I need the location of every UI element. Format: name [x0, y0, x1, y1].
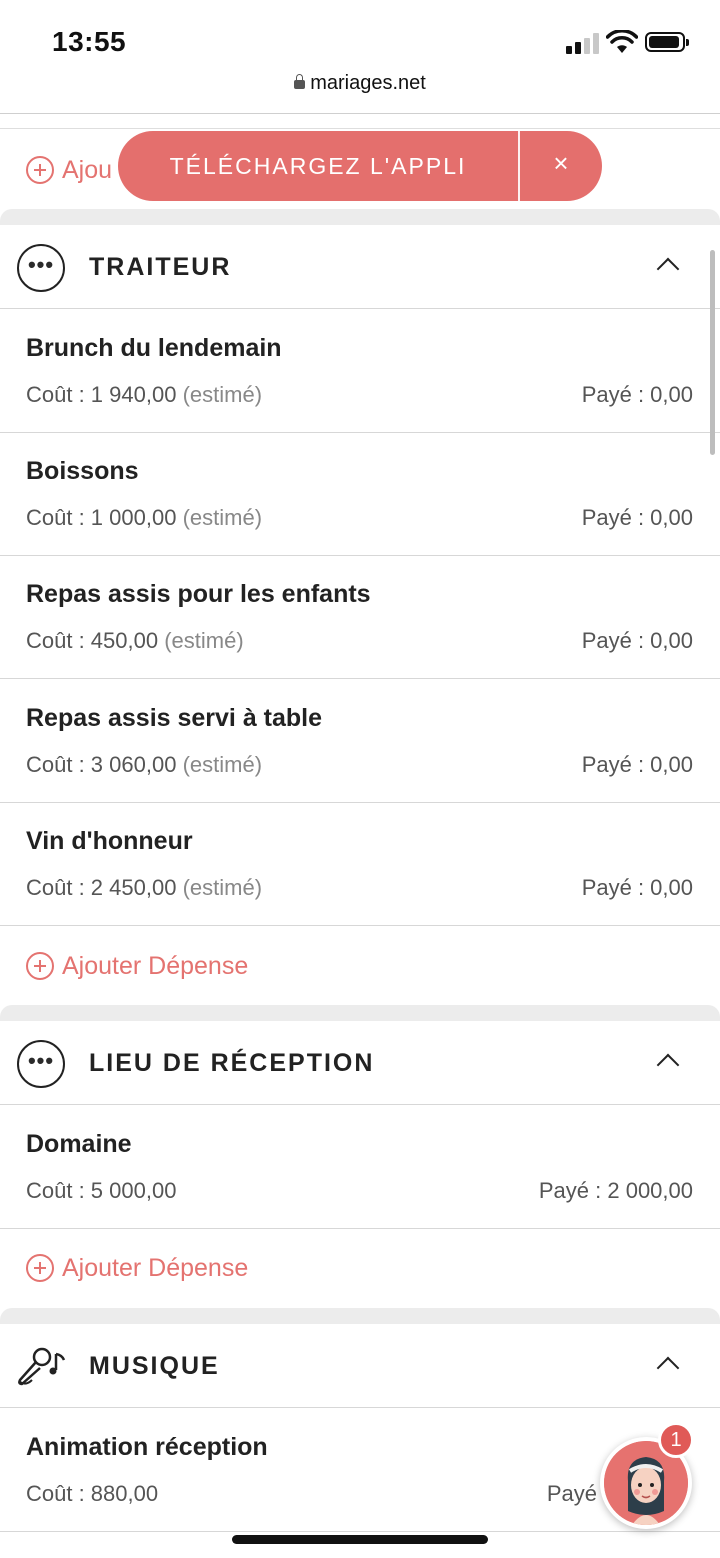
category-title: MUSIQUE — [89, 1352, 220, 1380]
expense-item[interactable]: Repas assis pour les enfants Coût : 450,… — [0, 556, 720, 679]
add-expense-label: Ajouter Dépense — [62, 1253, 249, 1282]
expense-paid: Payé — [546, 1481, 597, 1506]
category-header-lieu-de-reception[interactable]: ••• LIEU DE RÉCEPTION — [0, 1021, 720, 1105]
add-expense-button[interactable]: Ajouter Dépense — [0, 1229, 720, 1307]
section-gap — [0, 1308, 720, 1324]
notification-badge: 1 — [658, 1422, 694, 1458]
more-dots-icon[interactable]: ••• — [17, 244, 65, 292]
microphone-music-icon — [18, 1347, 66, 1386]
chevron-up-icon[interactable] — [656, 1356, 680, 1380]
expense-item[interactable]: Boissons Coût : 1 000,00 (estimé) Payé :… — [0, 433, 720, 556]
expense-name: Repas assis servi à table — [26, 704, 323, 732]
section-gap — [0, 1005, 720, 1021]
expense-paid: Payé : 0,00 — [581, 628, 693, 653]
category-header-musique[interactable]: MUSIQUE — [0, 1324, 720, 1408]
chevron-up-icon[interactable] — [656, 1053, 680, 1077]
lock-icon — [294, 74, 306, 89]
category-title: TRAITEUR — [89, 253, 232, 281]
add-expense-label: Ajouter Dépense — [62, 951, 249, 980]
add-circle-icon — [26, 156, 54, 184]
status-bar: 13:55 — [0, 0, 720, 70]
category-header-traiteur[interactable]: ••• TRAITEUR — [0, 225, 720, 309]
expense-cost: Coût : 450,00 (estimé) — [26, 628, 244, 653]
expense-cost: Coût : 880,00 — [26, 1481, 159, 1506]
cellular-signal-icon — [566, 32, 600, 54]
expense-name: Repas assis pour les enfants — [26, 580, 371, 608]
expense-item[interactable]: Repas assis servi à table Coût : 3 060,0… — [0, 680, 720, 803]
wifi-icon — [606, 30, 638, 53]
category-title: LIEU DE RÉCEPTION — [89, 1049, 375, 1077]
add-expense-button[interactable]: Ajouter Dépense — [0, 927, 720, 1005]
expense-name: Animation réception — [26, 1433, 268, 1461]
section-gap — [0, 209, 720, 225]
download-app-banner[interactable]: TÉLÉCHARGEZ L'APPLI × — [118, 131, 602, 201]
expense-cost: Coût : 1 000,00 (estimé) — [26, 505, 263, 530]
expense-name: Brunch du lendemain — [26, 334, 282, 362]
expense-paid: Payé : 0,00 — [581, 382, 693, 407]
divider — [0, 113, 720, 114]
expense-cost: Coût : 2 450,00 (estimé) — [26, 875, 263, 900]
expense-name: Boissons — [26, 457, 139, 485]
close-icon[interactable]: × — [520, 131, 602, 201]
expense-name: Vin d'honneur — [26, 827, 193, 855]
battery-icon — [645, 32, 689, 52]
expense-cost: Coût : 3 060,00 (estimé) — [26, 752, 263, 777]
expense-item[interactable]: Domaine Coût : 5 000,00 Payé : 2 000,00 — [0, 1106, 720, 1229]
expense-paid: Payé : 2 000,00 — [538, 1178, 693, 1203]
more-dots-icon[interactable]: ••• — [17, 1040, 65, 1088]
expense-paid: Payé : 0,00 — [581, 752, 693, 777]
expense-cost: Coût : 1 940,00 (estimé) — [26, 382, 263, 407]
home-indicator[interactable] — [232, 1535, 488, 1544]
url-text: mariages.net — [310, 72, 426, 94]
download-app-button[interactable]: TÉLÉCHARGEZ L'APPLI — [118, 131, 518, 201]
add-circle-icon — [26, 1254, 54, 1282]
expense-paid: Payé : 0,00 — [581, 505, 693, 530]
divider — [0, 128, 720, 129]
add-expense-label: Ajou — [62, 155, 113, 184]
address-bar[interactable]: mariages.net — [0, 72, 720, 106]
chevron-up-icon[interactable] — [656, 257, 680, 281]
scrollbar[interactable] — [710, 250, 715, 455]
expense-cost: Coût : 5 000,00 — [26, 1178, 177, 1203]
expense-item[interactable]: Brunch du lendemain Coût : 1 940,00 (est… — [0, 310, 720, 433]
add-circle-icon — [26, 952, 54, 980]
status-time: 13:55 — [52, 26, 127, 57]
expense-paid: Payé : 0,00 — [581, 875, 693, 900]
expense-name: Domaine — [26, 1130, 132, 1158]
expense-item[interactable]: Vin d'honneur Coût : 2 450,00 (estimé) P… — [0, 803, 720, 926]
